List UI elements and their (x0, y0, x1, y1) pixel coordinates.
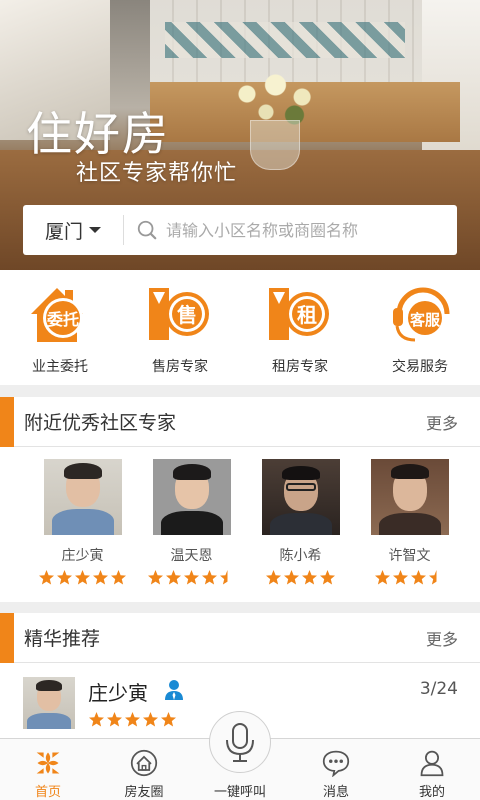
star-icon (220, 570, 228, 585)
star-icon (39, 570, 54, 585)
more-link[interactable]: 更多 (426, 410, 458, 434)
featured-name: 庄少寅 (88, 681, 148, 705)
star-icon (166, 570, 181, 585)
section-accent-bar (0, 613, 14, 663)
search-bar: 厦门 (23, 205, 457, 255)
star-icon (429, 570, 437, 585)
home-flower-icon (36, 752, 60, 774)
caret-down-icon (89, 227, 102, 233)
tab-label: 我的 (418, 785, 445, 800)
star-icon (320, 570, 335, 585)
star-icon (75, 570, 90, 585)
action-label: 租房专家 (272, 359, 328, 375)
star-icon (160, 712, 176, 727)
rating-stars (38, 569, 128, 586)
experts-list: 庄少寅 温天恩 陈小希 许智文 (0, 447, 480, 602)
section-header: 附近优秀社区专家 更多 (0, 397, 480, 447)
star-icon (142, 712, 158, 727)
expert-name: 庄少寅 (61, 548, 104, 564)
tab-me[interactable]: 我的 (384, 739, 480, 800)
avatar (152, 459, 231, 535)
one-click-call-button[interactable] (209, 711, 271, 773)
city-selector[interactable]: 厦门 (23, 205, 123, 255)
star-icon (148, 570, 163, 585)
featured-date: 3/24 (419, 679, 458, 699)
star-icon (124, 712, 140, 727)
star-icon (57, 570, 72, 585)
microphone-icon (226, 723, 254, 762)
star-icon (106, 712, 122, 727)
brand-subtitle: 社区专家帮你忙 (76, 161, 238, 186)
star-icon (93, 570, 108, 585)
house-circle-icon (130, 749, 158, 777)
tab-label: 消息 (322, 785, 349, 800)
experts-section: 附近优秀社区专家 更多 庄少寅 温天恩 陈小希 许智文 (0, 397, 480, 602)
svg-text:客服: 客服 (409, 311, 441, 329)
star-icon (266, 570, 281, 585)
star-icon (284, 570, 299, 585)
expert-card[interactable]: 许智文 (355, 459, 464, 602)
star-icon (393, 570, 408, 585)
action-owner-consign[interactable]: 委托 业主委托 (0, 270, 120, 385)
rating-stars (87, 711, 177, 728)
tab-home[interactable]: 首页 (0, 739, 96, 800)
rent-expert-icon: 租 (269, 288, 329, 340)
expert-card[interactable]: 庄少寅 (28, 459, 137, 602)
message-bubble-icon (322, 750, 350, 777)
avatar (261, 459, 340, 535)
avatar (43, 459, 122, 535)
tab-messages[interactable]: 消息 (288, 739, 384, 800)
star-icon (202, 570, 217, 585)
hero-vase (250, 120, 300, 170)
section-title: 精华推荐 (24, 628, 101, 650)
house-consign-icon: 委托 (31, 288, 83, 342)
expert-name: 温天恩 (170, 548, 213, 564)
action-sell-expert[interactable]: 售 售房专家 (120, 270, 240, 385)
action-label: 交易服务 (392, 359, 448, 375)
expert-name: 陈小希 (279, 548, 322, 564)
section-title: 附近优秀社区专家 (24, 412, 177, 434)
person-verified-icon (165, 680, 183, 700)
star-icon (302, 570, 317, 585)
action-trade-service[interactable]: 客服 交易服务 (360, 270, 480, 385)
person-icon (420, 750, 444, 777)
svg-text:租: 租 (297, 303, 317, 327)
tab-house-circle[interactable]: 房友圈 (96, 739, 192, 800)
section-accent-bar (0, 397, 14, 447)
rating-stars (265, 569, 337, 586)
expert-name: 许智文 (388, 548, 431, 564)
tab-label: 首页 (34, 785, 61, 800)
star-icon (111, 570, 126, 585)
avatar (23, 677, 75, 729)
action-label: 业主委托 (32, 359, 88, 375)
more-link[interactable]: 更多 (426, 626, 458, 650)
action-label: 售房专家 (152, 359, 208, 375)
city-label: 厦门 (45, 220, 84, 243)
tab-label: 一键呼叫 (213, 785, 266, 800)
star-icon (88, 712, 104, 727)
customer-service-icon: 客服 (393, 287, 450, 342)
avatar (370, 459, 449, 535)
search-input[interactable] (166, 220, 446, 240)
hero-tiles (165, 22, 405, 58)
search-icon (137, 220, 157, 240)
star-icon (411, 570, 426, 585)
expert-card[interactable]: 温天恩 (137, 459, 246, 602)
quick-actions: 委托 业主委托 售 售房专家 租 租房专家 客服 交易服务 (0, 270, 480, 385)
svg-text:委托: 委托 (46, 310, 79, 329)
tab-label: 房友圈 (124, 785, 164, 800)
action-rent-expert[interactable]: 租 租房专家 (240, 270, 360, 385)
rating-stars (147, 569, 237, 586)
svg-text:售: 售 (177, 303, 197, 327)
expert-card[interactable]: 陈小希 (246, 459, 355, 602)
star-icon (375, 570, 390, 585)
hero-banner: 住好房 社区专家帮你忙 厦门 (0, 0, 480, 270)
search-field (124, 219, 457, 241)
sell-expert-icon: 售 (149, 288, 209, 340)
star-icon (184, 570, 199, 585)
rating-stars (374, 569, 446, 586)
section-header: 精华推荐 更多 (0, 613, 480, 663)
